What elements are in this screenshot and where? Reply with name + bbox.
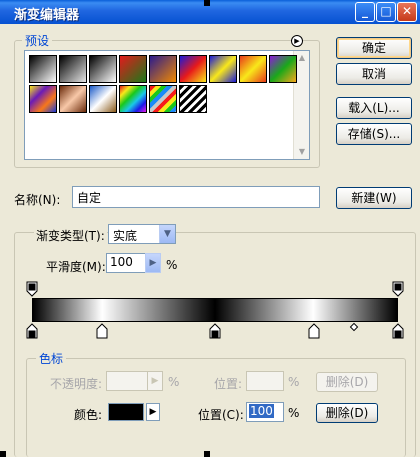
color-swatch[interactable]	[108, 403, 144, 421]
opacity-input	[106, 371, 148, 391]
gradient-type-label: 渐变类型(T):	[34, 227, 107, 244]
maximize-button[interactable]: □	[376, 2, 396, 22]
preset-swatch-transparent-rainbow[interactable]	[149, 85, 177, 113]
preset-swatch-red-green[interactable]	[119, 55, 147, 83]
window-title: 渐变编辑器	[14, 8, 80, 23]
name-label: 名称(N):	[14, 193, 61, 207]
load-button[interactable]: 载入(L)...	[336, 97, 412, 119]
close-icon: ✕	[401, 4, 413, 18]
presets-list[interactable]: ▲ ▼	[24, 50, 310, 160]
location-input[interactable]: 100	[246, 402, 284, 422]
preset-swatch-orange-yellow-orange[interactable]	[239, 55, 267, 83]
presets-label: 预设	[22, 32, 53, 49]
preset-swatch-black-white[interactable]	[89, 55, 117, 83]
preset-swatch-copper[interactable]	[59, 85, 87, 113]
preset-swatch-chrome[interactable]	[89, 85, 117, 113]
color-stop[interactable]	[308, 323, 320, 339]
smoothness-dropdown-icon[interactable]: ▶	[145, 253, 161, 273]
opacity-location-label: 位置:	[214, 377, 243, 391]
preset-swatch-blue-yellow-blue[interactable]	[209, 55, 237, 83]
smoothness-label: 平滑度(M):	[46, 260, 106, 274]
color-menu-icon[interactable]: ▶	[146, 403, 160, 421]
preset-swatch-violet-green-orange[interactable]	[269, 55, 297, 83]
scroll-down-icon[interactable]: ▼	[295, 145, 309, 159]
opacity-label: 不透明度:	[50, 377, 103, 391]
color-label: 颜色:	[74, 408, 103, 422]
color-stops-label: 色标	[36, 350, 67, 367]
location-unit: %	[288, 406, 300, 420]
color-stop[interactable]	[209, 323, 221, 339]
color-stop[interactable]	[392, 323, 404, 339]
opacity-location-unit: %	[288, 375, 300, 389]
opacity-stop[interactable]	[392, 281, 404, 297]
minimize-button[interactable]: _	[355, 2, 375, 22]
gradient-type-value: 实底	[113, 229, 138, 243]
gradient-preview-bar[interactable]	[32, 298, 398, 322]
minimize-icon: _	[362, 4, 368, 18]
play-icon: ▶	[294, 37, 300, 45]
opacity-unit: %	[168, 375, 180, 389]
preset-swatch-transparent-stripes[interactable]	[179, 85, 207, 113]
presets-menu-button[interactable]: ▶	[291, 35, 303, 47]
smoothness-input[interactable]: 100	[106, 253, 146, 273]
resize-handle	[204, 451, 210, 457]
title-bar: 渐变编辑器 _ □ ✕	[0, 0, 420, 24]
resize-handle	[0, 451, 6, 457]
resize-handle	[204, 0, 210, 6]
ok-button[interactable]: 确定	[336, 37, 412, 59]
preset-swatch-violet-orange[interactable]	[149, 55, 177, 83]
new-button[interactable]: 新建(W)	[336, 187, 412, 209]
preset-swatch-yellow-violet-orange-blue[interactable]	[29, 85, 57, 113]
delete-color-stop-button[interactable]: 删除(D)	[316, 403, 378, 423]
location-label: 位置(C):	[198, 408, 244, 422]
scroll-up-icon[interactable]: ▲	[295, 51, 309, 65]
close-button[interactable]: ✕	[397, 2, 417, 22]
delete-opacity-stop-button: 删除(D)	[316, 372, 378, 392]
preset-swatch-foreground-to-background[interactable]	[29, 55, 57, 83]
smoothness-unit: %	[166, 258, 178, 272]
color-stop[interactable]	[96, 323, 108, 339]
gradient-type-select[interactable]: 实底 ▼	[108, 224, 176, 244]
opacity-dropdown-icon: ▶	[147, 371, 163, 391]
color-stop[interactable]	[26, 323, 38, 339]
opacity-stop[interactable]	[26, 281, 38, 297]
preset-swatch-blue-red-yellow[interactable]	[179, 55, 207, 83]
preset-swatch-spectrum[interactable]	[119, 85, 147, 113]
save-button[interactable]: 存储(S)...	[336, 123, 412, 145]
opacity-location-input	[246, 371, 284, 391]
cancel-button[interactable]: 取消	[336, 63, 412, 85]
name-input[interactable]: 自定	[72, 186, 320, 208]
preset-swatch-foreground-to-transparent[interactable]	[59, 55, 87, 83]
maximize-icon: □	[380, 4, 392, 18]
location-value: 100	[249, 404, 274, 418]
chevron-down-icon[interactable]: ▼	[159, 225, 175, 243]
